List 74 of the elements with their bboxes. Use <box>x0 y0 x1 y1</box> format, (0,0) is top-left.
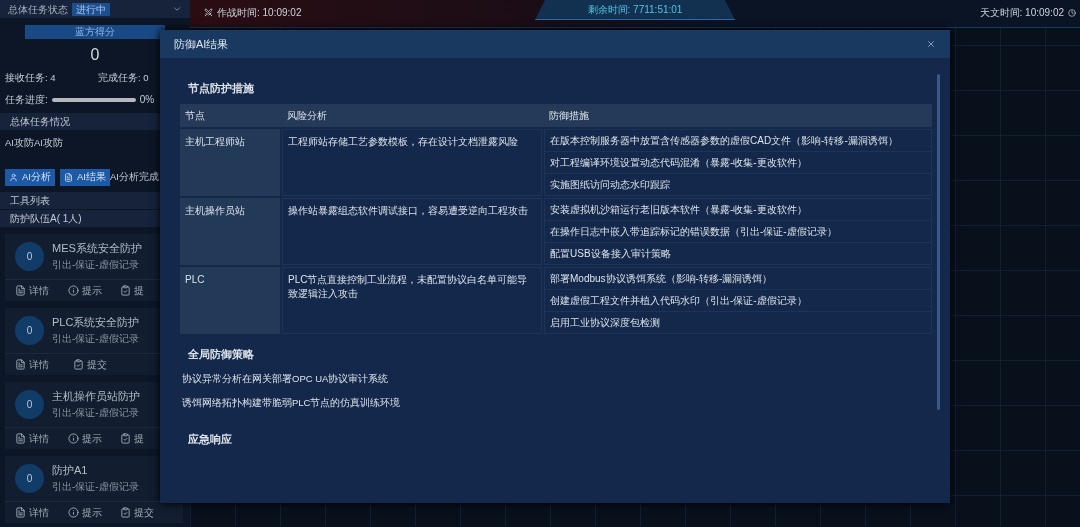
analysis-status: AI分析完成 <box>110 169 159 184</box>
chevron-down-icon[interactable] <box>172 4 182 14</box>
score-value: 0 <box>90 45 100 65</box>
document-icon <box>15 358 26 370</box>
card-action[interactable]: 详情 <box>15 504 68 520</box>
card-title: 防护A1 <box>52 463 89 479</box>
overview-text: AI攻防AI攻防 <box>4 136 64 151</box>
received-tasks: 接收任务: 4 <box>5 71 57 85</box>
info-icon <box>67 432 79 444</box>
card-action[interactable]: 提 <box>120 282 173 298</box>
battle-time: 作战时间: 10:09:02 <box>217 6 302 20</box>
strategy-text: 诱饵网络拓扑构建带脆弱PLC节点的仿真训练环境 <box>182 396 402 411</box>
info-icon <box>67 284 79 296</box>
column-header: 防御措施 <box>548 108 590 123</box>
card-action[interactable]: 详情 <box>15 430 68 446</box>
card-action[interactable]: 提示 <box>67 504 121 520</box>
dialog-title: 防御AI结果 <box>174 36 229 52</box>
card-title: MES系统安全防护 <box>52 241 142 257</box>
table-cell: PLC <box>180 266 280 334</box>
table-cell: 在版本控制服务器中放置含传感器参数的虚假CAD文件（影响-转移-漏洞诱饵） <box>544 128 932 152</box>
card-subtitle: 引出-保证-虚假记录 <box>52 405 140 420</box>
progress-percent: 0% <box>139 93 155 108</box>
table-cell: 对工程编译环境设置动态代码混淆（暴露-收集-更改软件） <box>544 150 932 174</box>
completed-tasks: 完成任务: 0 <box>98 71 149 85</box>
card-action[interactable]: 提示 <box>67 282 121 298</box>
table-cell: 启用工业协议深度包检测 <box>544 310 932 334</box>
section-heading: 应急响应 <box>187 431 233 447</box>
table-cell: 实施图纸访问动态水印跟踪 <box>544 172 932 196</box>
strategy-text: 协议异常分析在网关部署OPC UA协议审计系统 <box>182 372 390 386</box>
table-cell: 安装虚拟机沙箱运行老旧版本软件（暴露-收集-更改软件） <box>544 197 932 221</box>
card-subtitle: 引出-保证-虚假记录 <box>52 479 139 494</box>
table-cell: 工程师站存储工艺参数模板，存在设计文档泄露风险 <box>282 128 542 196</box>
column-header: 风险分析 <box>286 108 328 123</box>
clipboard-icon <box>120 284 132 296</box>
section-heading: 全局防御策略 <box>187 346 255 362</box>
section-heading: 节点防护措施 <box>187 81 255 96</box>
card-title: 主机操作员站防护 <box>52 389 140 405</box>
table-cell: PLC节点直接控制工业流程，未配置协议白名单可能导致逻辑注入攻击 <box>282 266 542 334</box>
status-label: 总体任务状态 <box>8 2 68 17</box>
table-cell: 部署Modbus协议诱饵系统（影响-转移-漏洞诱饵） <box>544 266 932 290</box>
clipboard-icon <box>73 358 84 370</box>
status-badge: 进行中 <box>72 2 110 16</box>
clock-icon <box>1068 8 1076 17</box>
card-action[interactable]: 详情 <box>15 356 73 372</box>
document-icon <box>15 506 26 518</box>
card-subtitle: 引出-保证-虚假记录 <box>52 257 140 272</box>
card-subtitle: 引出-保证-虚假记录 <box>52 331 140 346</box>
document-icon <box>64 172 73 182</box>
clipboard-icon <box>120 506 132 518</box>
card-action[interactable]: 提 <box>120 430 173 446</box>
table-cell: 主机操作员站 <box>180 197 280 265</box>
table-cell: 配置USB设备接入审计策略 <box>544 241 932 265</box>
info-icon <box>67 506 79 518</box>
table-cell: 操作站暴露组态软件调试接口，容易遭受逆向工程攻击 <box>282 197 542 265</box>
table-cell: 在操作日志中嵌入带追踪标记的错误数据（引出-保证-虚假记录） <box>544 219 932 243</box>
ai-button[interactable]: AI结果 <box>60 168 110 186</box>
document-icon <box>15 284 26 296</box>
card-title: PLC系统安全防护 <box>52 315 140 331</box>
progress-label: 任务进度: <box>5 93 48 108</box>
close-icon[interactable] <box>926 39 936 49</box>
card-action[interactable]: 提示 <box>67 430 121 446</box>
ai-button[interactable]: AI分析 <box>5 168 55 186</box>
swords-icon <box>204 8 213 17</box>
table-cell: 创建虚假工程文件并植入代码水印（引出-保证-虚假记录） <box>544 288 932 312</box>
score-ribbon: 蓝方得分 <box>25 25 165 39</box>
astronomical-time: 天文时间: 10:09:02 <box>979 6 1064 20</box>
clipboard-icon <box>120 432 132 444</box>
card-action[interactable]: 详情 <box>15 282 68 298</box>
scrollbar-thumb[interactable] <box>937 74 940 410</box>
card-action[interactable]: 提交 <box>73 356 131 372</box>
user-icon <box>9 172 18 182</box>
table-cell: 主机工程师站 <box>180 128 280 196</box>
card-action[interactable]: 提交 <box>120 504 173 520</box>
document-icon <box>15 432 26 444</box>
